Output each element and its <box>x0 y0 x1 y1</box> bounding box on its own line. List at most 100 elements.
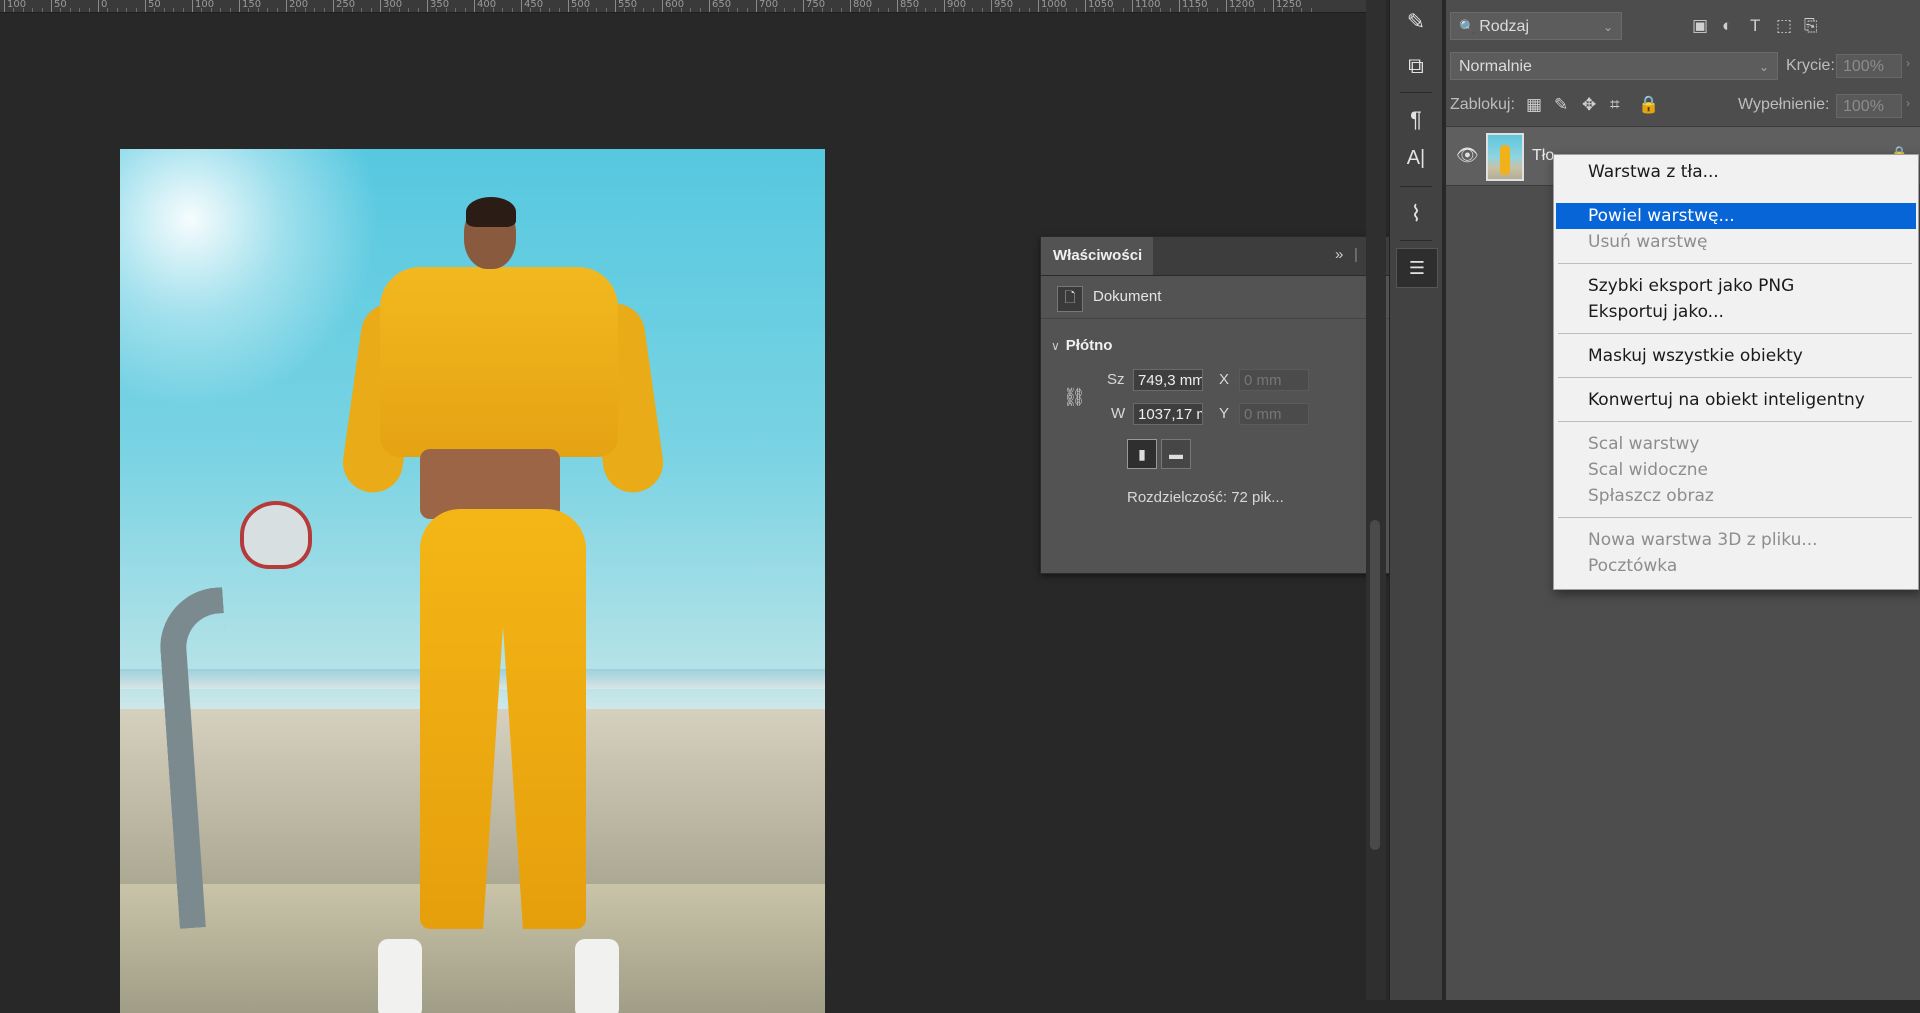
ruler-minor-tick <box>699 8 701 12</box>
adjustments-icon[interactable]: ☰ <box>1396 248 1438 288</box>
y-input[interactable]: 0 mm <box>1239 403 1309 425</box>
ruler-minor-tick <box>624 8 626 12</box>
lock-position-icon[interactable]: ✥ <box>1582 95 1596 115</box>
image-filter-icon[interactable]: ▣ <box>1692 16 1708 36</box>
brush-settings-icon[interactable]: ✎ <box>1390 2 1442 42</box>
y-label: Y <box>1219 405 1230 422</box>
menu-item-flatten-image[interactable]: Spłaszcz obraz <box>1556 483 1916 509</box>
tab-properties[interactable]: Właściwości <box>1041 237 1153 275</box>
ruler-minor-tick <box>972 8 974 12</box>
ruler-label: 1100 <box>1135 0 1161 10</box>
ruler-minor-tick <box>558 8 560 12</box>
ruler-minor-tick <box>398 8 400 12</box>
ruler-minor-tick <box>1056 8 1058 12</box>
link-icon[interactable]: ⛓ <box>1063 387 1086 408</box>
ruler-minor-tick <box>1150 8 1152 12</box>
menu-item-postcard[interactable]: Pocztówka <box>1556 553 1916 579</box>
ruler-minor-tick <box>342 8 344 12</box>
ruler-minor-tick <box>13 8 15 12</box>
menu-item-duplicate-layer[interactable]: Powiel warstwę... <box>1556 203 1916 229</box>
ruler-minor-tick <box>126 8 128 12</box>
ruler-minor-tick <box>718 8 720 12</box>
properties-panel: Właściwości » | ≡ 🗋 Dokument ∨ Płótno ⛓ S… <box>1040 236 1390 574</box>
image-hair <box>466 197 516 227</box>
ruler-minor-tick <box>727 8 729 12</box>
image-boot-left <box>378 939 422 1013</box>
separator <box>1400 92 1432 93</box>
width-input[interactable]: 749,3 mm <box>1133 369 1203 391</box>
fill-input[interactable]: 100% <box>1836 94 1902 118</box>
ruler-minor-tick <box>248 8 250 12</box>
document-image[interactable] <box>120 149 825 1013</box>
ruler-minor-tick <box>906 8 908 12</box>
ruler-minor-tick <box>257 8 259 12</box>
ruler-minor-tick <box>41 8 43 12</box>
height-label: W <box>1111 405 1126 422</box>
height-input[interactable]: 1037,17 mm <box>1133 403 1203 425</box>
clone-source-icon[interactable]: ⧉ <box>1390 46 1442 86</box>
blend-mode-value: Normalnie <box>1459 58 1532 75</box>
ruler-minor-tick <box>351 8 353 12</box>
ruler-minor-tick <box>680 8 682 12</box>
properties-tabbar: Właściwości » | ≡ <box>1041 237 1389 276</box>
ruler-minor-tick <box>229 8 231 12</box>
smart-object-filter-icon[interactable]: ⎘ <box>1804 16 1818 36</box>
blend-mode-select[interactable]: Normalnie ⌄ <box>1450 52 1778 80</box>
ruler-label: 50 <box>54 0 67 10</box>
lock-transparent-icon[interactable]: ▦ <box>1526 95 1542 115</box>
lock-artboard-icon[interactable]: ⌗ <box>1610 95 1620 115</box>
horizontal-ruler[interactable]: 100 50 0 50 100 150 200 250 300 350 400 450 500 550 60… <box>0 0 1366 13</box>
ruler-minor-tick <box>671 8 673 12</box>
eye-icon[interactable]: 👁 <box>1456 145 1479 166</box>
ruler-minor-tick <box>436 8 438 12</box>
adjustment-filter-icon[interactable]: ◐ <box>1722 16 1732 36</box>
opacity-input[interactable]: 100% <box>1836 54 1902 78</box>
ruler-minor-tick <box>1047 8 1049 12</box>
x-input[interactable]: 0 mm <box>1239 369 1309 391</box>
portrait-orientation-button[interactable]: ▮ <box>1127 439 1157 469</box>
path-icon[interactable]: ⌇ <box>1390 194 1442 234</box>
landscape-orientation-button[interactable]: ▬ <box>1161 439 1191 469</box>
ruler-label: 1050 <box>1088 0 1114 10</box>
canvas-scroll-thumb[interactable] <box>1370 520 1380 850</box>
ruler-minor-tick <box>1216 8 1218 12</box>
ruler-minor-tick <box>220 8 222 12</box>
ruler-minor-tick <box>455 8 457 12</box>
lock-all-icon[interactable]: 🔒 <box>1638 95 1659 115</box>
ruler-minor-tick <box>88 8 90 12</box>
layer-thumbnail <box>1486 133 1524 181</box>
paragraph-icon[interactable]: ¶ <box>1390 100 1442 140</box>
shape-filter-icon[interactable]: ⬚ <box>1776 16 1792 36</box>
type-filter-icon[interactable]: T <box>1750 16 1760 36</box>
double-chevron-right-icon[interactable]: » <box>1335 246 1343 263</box>
ruler-minor-tick <box>1235 8 1237 12</box>
menu-item-new-3d-layer[interactable]: Nowa warstwa 3D z pliku... <box>1556 527 1916 553</box>
menu-item-delete-layer[interactable]: Usuń warstwę <box>1556 229 1916 255</box>
lock-image-icon[interactable]: ✎ <box>1554 95 1568 115</box>
menu-item-convert-to-smart-object[interactable]: Konwertuj na obiekt inteligentny <box>1556 387 1916 413</box>
ruler-minor-tick <box>69 8 71 12</box>
ruler-minor-tick <box>1263 8 1265 12</box>
chevron-right-icon[interactable]: › <box>1906 56 1910 70</box>
layer-filter-select[interactable]: 🔍 Rodzaj ⌄ <box>1450 12 1622 40</box>
menu-item-merge-visible[interactable]: Scal widoczne <box>1556 457 1916 483</box>
menu-item-mask-all-objects[interactable]: Maskuj wszystkie obiekty <box>1556 343 1916 369</box>
ruler-minor-tick <box>1103 8 1105 12</box>
menu-item-merge-layers[interactable]: Scal warstwy <box>1556 431 1916 457</box>
ruler-minor-tick <box>464 8 466 12</box>
canvas-vertical-scrollbar[interactable] <box>1366 0 1386 1000</box>
ruler-minor-tick <box>361 8 363 12</box>
ruler-minor-tick <box>746 8 748 12</box>
layer-name[interactable]: Tło <box>1532 147 1554 165</box>
character-icon[interactable]: A| <box>1390 138 1442 178</box>
ruler-label: 1200 <box>1229 0 1255 10</box>
ruler-minor-tick <box>107 8 109 12</box>
menu-item-background-to-layer[interactable]: Warstwa z tła... <box>1556 159 1916 185</box>
ruler-minor-tick <box>1254 8 1256 12</box>
chevron-right-icon[interactable]: › <box>1906 96 1910 110</box>
separator <box>1400 240 1432 241</box>
menu-item-export-as[interactable]: Eksportuj jako... <box>1556 299 1916 325</box>
ruler-minor-tick <box>32 8 34 12</box>
canvas-section-header[interactable]: ∨ Płótno <box>1051 337 1112 354</box>
menu-item-quick-export-png[interactable]: Szybki eksport jako PNG <box>1556 273 1916 299</box>
